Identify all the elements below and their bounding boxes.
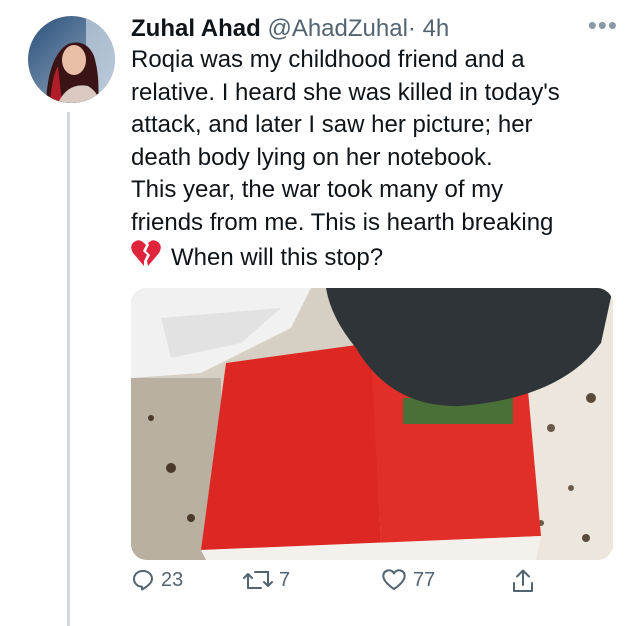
reply-count: 23 <box>161 568 184 591</box>
tweet-closing-text: When will this stop? <box>171 243 384 271</box>
tweet-media-image[interactable] <box>131 288 613 560</box>
retweet-icon <box>243 568 273 592</box>
tweet-line: friends from me. This is hearth breaking <box>131 208 554 236</box>
separator-dot: · <box>407 15 416 42</box>
retweet-count: 7 <box>279 568 291 591</box>
more-options-button[interactable]: ••• <box>588 12 618 38</box>
share-icon <box>511 568 535 594</box>
tweet-actions: 23 7 77 <box>131 568 551 604</box>
tweet-line: attack, and later I saw her picture; her <box>131 111 533 138</box>
tweet-line: This year, the war took many of my <box>131 176 504 203</box>
author-handle[interactable]: @AhadZuhal <box>267 15 407 42</box>
tweet-final-line: When will this stop? <box>131 239 621 277</box>
retweet-button[interactable]: 7 <box>243 568 290 592</box>
reply-icon <box>131 568 155 592</box>
tweet-timestamp[interactable]: 4h <box>423 15 450 42</box>
like-button[interactable]: 77 <box>381 568 435 592</box>
reply-button[interactable]: 23 <box>131 568 183 592</box>
broken-heart-icon <box>131 239 161 277</box>
avatar[interactable] <box>28 16 115 103</box>
author-name[interactable]: Zuhal Ahad <box>131 15 261 42</box>
share-button[interactable] <box>511 568 535 594</box>
tweet-line: Roqia was my childhood friend and a <box>131 46 525 73</box>
thread-connector-line <box>67 112 70 626</box>
tweet-line: relative. I heard she was killed in toda… <box>131 78 560 106</box>
tweet-header: Zuhal Ahad @AhadZuhal· 4h <box>131 14 449 44</box>
heart-icon <box>381 568 407 592</box>
like-count: 77 <box>413 568 436 591</box>
tweet-text: Roqia was my childhood friend and a rela… <box>131 44 621 277</box>
notebook-photo <box>131 288 613 560</box>
tweet-line: death body lying on her notebook. <box>131 143 493 171</box>
avatar-photo <box>28 16 115 103</box>
